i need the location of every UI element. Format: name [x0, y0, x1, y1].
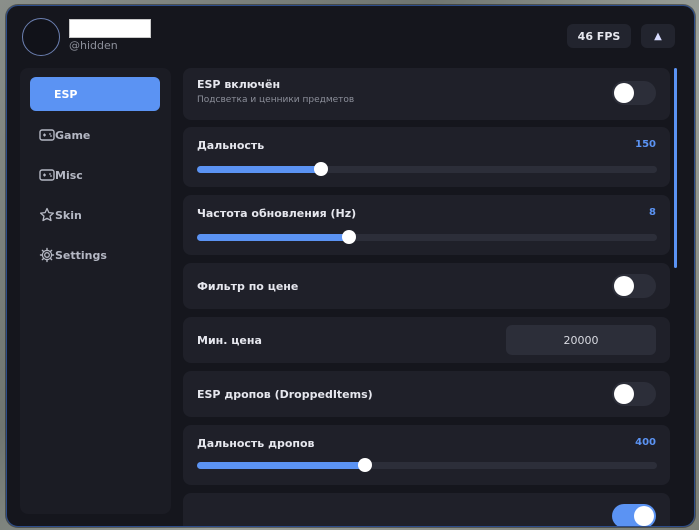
main-window: @hidden 46 FPS ▲ ESP Game Misc Skin Sett… — [6, 5, 695, 527]
partial-row — [183, 493, 670, 526]
sidebar-item-label: Misc — [55, 168, 83, 182]
setting-title: Мин. цена — [197, 334, 262, 347]
setting-title: Частота обновления (Hz) — [197, 207, 357, 220]
toggle-knob — [614, 276, 634, 296]
sidebar-item-label: Skin — [55, 208, 82, 222]
sidebar-item-settings[interactable]: Settings — [30, 238, 160, 272]
esp-drops-row: ESP дропов (DroppedItems) — [183, 371, 670, 417]
range-row: Дальность 150 — [183, 127, 670, 187]
toggle-knob — [634, 506, 654, 526]
toggle-knob — [614, 83, 634, 103]
user-handle: @hidden — [69, 39, 118, 52]
slider-thumb[interactable] — [358, 458, 373, 472]
drop-range-slider[interactable] — [197, 458, 657, 472]
setting-title: ESP дропов (DroppedItems) — [197, 388, 373, 401]
settings-panel: ESP включён Подсветка и ценники предмето… — [183, 68, 670, 526]
slider-thumb[interactable] — [314, 162, 329, 176]
esp-enabled-row: ESP включён Подсветка и ценники предмето… — [183, 68, 670, 120]
esp-drops-toggle[interactable] — [612, 382, 656, 406]
refresh-rate-row: Частота обновления (Hz) 8 — [183, 195, 670, 255]
setting-title: Фильтр по цене — [197, 280, 299, 293]
avatar — [22, 18, 60, 56]
sidebar-item-label: ESP — [54, 87, 78, 101]
slider-fill — [197, 166, 322, 173]
header: @hidden 46 FPS ▲ — [7, 6, 694, 68]
drop-range-value: 400 — [635, 437, 656, 448]
min-price-input[interactable]: 20000 — [506, 325, 656, 355]
toggle-knob — [614, 384, 634, 404]
sidebar-item-misc[interactable]: Misc — [30, 158, 160, 192]
range-value: 150 — [635, 139, 656, 150]
setting-title: Дальность — [197, 139, 265, 152]
price-filter-row: Фильтр по цене — [183, 263, 670, 309]
sidebar: ESP Game Misc Skin Settings — [20, 68, 171, 514]
slider-thumb[interactable] — [341, 230, 356, 244]
star-icon — [39, 207, 55, 223]
setting-title: ESP включён — [197, 78, 281, 91]
gear-icon — [39, 247, 55, 263]
price-filter-toggle[interactable] — [612, 274, 656, 298]
drop-range-row: Дальность дропов 400 — [183, 425, 670, 485]
gamepad-icon — [39, 167, 55, 183]
min-price-row: Мин. цена 20000 — [183, 317, 670, 363]
refresh-rate-slider[interactable] — [197, 230, 657, 244]
sidebar-item-game[interactable]: Game — [30, 118, 160, 152]
fps-badge: 46 FPS — [567, 24, 631, 48]
sidebar-item-skin[interactable]: Skin — [30, 198, 160, 232]
sidebar-item-esp[interactable]: ESP — [30, 77, 160, 111]
setting-subtitle: Подсветка и ценники предметов — [197, 95, 355, 105]
esp-enabled-toggle[interactable] — [612, 81, 656, 105]
refresh-rate-value: 8 — [649, 207, 656, 218]
collapse-button[interactable]: ▲ — [641, 24, 675, 48]
slider-fill — [197, 462, 366, 469]
partial-toggle[interactable] — [612, 504, 656, 526]
range-slider[interactable] — [197, 162, 657, 176]
username-redacted — [69, 19, 151, 38]
slider-fill — [197, 234, 349, 241]
sidebar-item-label: Game — [55, 128, 91, 142]
scrollbar[interactable] — [674, 68, 677, 268]
sidebar-item-label: Settings — [55, 248, 107, 262]
gamepad-icon — [39, 127, 55, 143]
chevron-up-icon: ▲ — [654, 30, 662, 42]
setting-title: Дальность дропов — [197, 437, 315, 450]
